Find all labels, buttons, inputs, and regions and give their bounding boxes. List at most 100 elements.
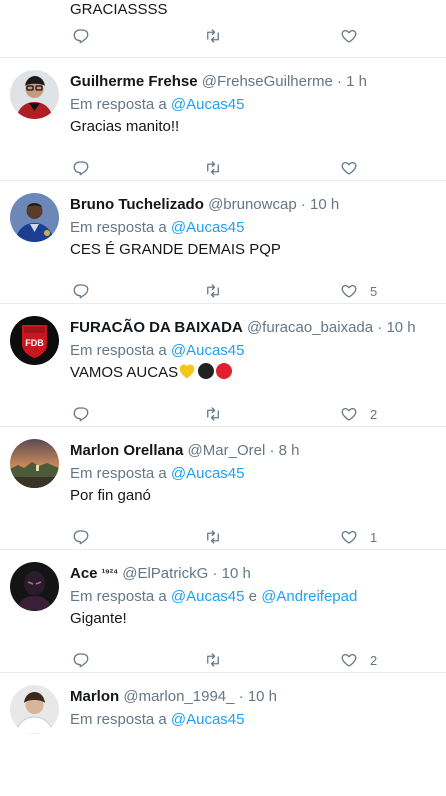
reply-icon bbox=[73, 161, 89, 176]
like-button[interactable]: 1 bbox=[340, 527, 377, 547]
like-count: 2 bbox=[370, 652, 378, 668]
like-button[interactable]: 5 bbox=[340, 281, 377, 301]
heart-icon bbox=[341, 284, 357, 298]
heart-icon bbox=[341, 653, 357, 667]
reply-context: Em resposta a @Aucas45 e @Andreifepad bbox=[70, 587, 438, 607]
reply-icon bbox=[73, 530, 89, 545]
heart-icon bbox=[341, 161, 357, 175]
red-circle-emoji bbox=[216, 363, 233, 379]
reply-button[interactable] bbox=[72, 281, 90, 301]
reply-button[interactable] bbox=[72, 26, 90, 46]
display-name[interactable]: Ace bbox=[70, 565, 98, 582]
reply-context: Em resposta a @Aucas45 bbox=[70, 464, 438, 484]
retweet-button[interactable] bbox=[204, 404, 222, 424]
mention-link[interactable]: @Aucas45 bbox=[171, 96, 245, 113]
tweet-text-row: VAMOS AUCAS bbox=[70, 363, 438, 383]
tweet[interactable]: Marlon Orellana @Mar_Orel · 8 h Em respo… bbox=[0, 427, 446, 550]
retweet-icon bbox=[207, 653, 219, 667]
user-handle[interactable]: @brunowcap bbox=[208, 196, 297, 213]
like-button[interactable] bbox=[340, 26, 358, 46]
retweet-icon bbox=[207, 407, 219, 421]
tweet[interactable]: Guilherme Frehse @FrehseGuilherme · 1 h … bbox=[0, 58, 446, 181]
reply-prefix: Em resposta a bbox=[70, 588, 171, 605]
mention-link[interactable]: @Aucas45 bbox=[171, 465, 245, 482]
like-count: 2 bbox=[370, 406, 378, 422]
retweet-button[interactable] bbox=[204, 527, 222, 547]
avatar[interactable] bbox=[10, 439, 59, 488]
timestamp[interactable]: 1 h bbox=[346, 73, 367, 90]
timestamp[interactable]: 8 h bbox=[279, 442, 300, 459]
avatar[interactable] bbox=[10, 562, 59, 611]
heart-icon bbox=[341, 530, 357, 544]
reply-button[interactable] bbox=[72, 158, 90, 178]
display-name[interactable]: Marlon Orellana bbox=[70, 442, 183, 459]
timestamp[interactable]: 10 h bbox=[248, 688, 277, 705]
retweet-button[interactable] bbox=[204, 158, 222, 178]
separator: · bbox=[377, 319, 383, 336]
display-name[interactable]: Marlon bbox=[70, 688, 119, 705]
like-button[interactable]: 2 bbox=[340, 404, 377, 424]
mention-link[interactable]: @Aucas45 bbox=[171, 219, 245, 236]
display-name[interactable]: Bruno Tuchelizado bbox=[70, 196, 204, 213]
separator: · bbox=[212, 565, 218, 582]
reply-button[interactable] bbox=[72, 527, 90, 547]
mention-link[interactable]: @Aucas45 bbox=[171, 588, 245, 605]
reply-button[interactable] bbox=[72, 404, 90, 424]
reply-context: Em resposta a @Aucas45 bbox=[70, 341, 438, 361]
display-name[interactable]: FURACÃO DA BAIXADA bbox=[70, 319, 243, 336]
tweet-top-partial[interactable]: GRACIASSSS bbox=[0, 0, 446, 58]
mention-link-2[interactable]: @Andreifepad bbox=[261, 588, 357, 605]
reply-icon bbox=[73, 653, 89, 668]
tweet[interactable]: Ace ¹⁹²⁴ @ElPatrickG · 10 h Em resposta … bbox=[0, 550, 446, 673]
tweet-text: CES É GRANDE DEMAIS PQP bbox=[70, 241, 281, 258]
user-handle[interactable]: @Mar_Orel bbox=[188, 442, 266, 459]
reply-prefix: Em resposta a bbox=[70, 219, 171, 236]
reply-icon bbox=[73, 29, 89, 44]
avatar[interactable] bbox=[10, 685, 59, 734]
tweet[interactable]: Marlon @marlon_1994_ · 10 h Em resposta … bbox=[0, 673, 446, 796]
separator: · bbox=[238, 688, 244, 705]
timestamp[interactable]: 10 h bbox=[386, 319, 415, 336]
tweet[interactable]: Bruno Tuchelizado @brunowcap · 10 h Em r… bbox=[0, 181, 446, 304]
reply-button[interactable] bbox=[72, 650, 90, 670]
reply-icon bbox=[73, 284, 89, 299]
retweet-icon bbox=[207, 284, 219, 298]
name-superscript: ¹⁹²⁴ bbox=[101, 568, 119, 579]
user-handle[interactable]: @furacao_baixada bbox=[247, 319, 373, 336]
user-handle[interactable]: @ElPatrickG bbox=[122, 565, 208, 582]
fdb-badge-text: FDB bbox=[25, 338, 44, 348]
tweet-text: Gigante! bbox=[70, 610, 127, 627]
reply-context: Em resposta a @Aucas45 bbox=[70, 710, 438, 730]
separator: · bbox=[300, 196, 306, 213]
like-count: 5 bbox=[370, 283, 378, 299]
reply-context: Em resposta a @Aucas45 bbox=[70, 218, 438, 238]
timestamp[interactable]: 10 h bbox=[310, 196, 339, 213]
black-circle-emoji bbox=[198, 363, 215, 379]
yellow-heart-emoji bbox=[179, 364, 195, 379]
display-name[interactable]: Guilherme Frehse bbox=[70, 73, 198, 90]
avatar[interactable] bbox=[10, 193, 59, 242]
retweet-icon bbox=[207, 161, 219, 175]
avatar[interactable]: FDB bbox=[10, 316, 59, 365]
mention-link[interactable]: @Aucas45 bbox=[171, 342, 245, 359]
reply-icon bbox=[73, 407, 89, 422]
tweet-text: VAMOS AUCAS bbox=[70, 364, 179, 381]
reply-prefix: Em resposta a bbox=[70, 342, 171, 359]
retweet-button[interactable] bbox=[204, 650, 222, 670]
like-button[interactable]: 2 bbox=[340, 650, 377, 670]
tweet-text: Gracias manito!! bbox=[70, 118, 180, 135]
tweet[interactable]: FDB FURACÃO DA BAIXADA @furacao_baixada … bbox=[0, 304, 446, 427]
retweet-button[interactable] bbox=[204, 281, 222, 301]
timestamp[interactable]: 10 h bbox=[222, 565, 251, 582]
reply-joiner: e bbox=[244, 588, 262, 605]
tweet-text: Por fin ganó bbox=[70, 487, 151, 504]
reply-context: Em resposta a @Aucas45 bbox=[70, 95, 438, 115]
user-handle[interactable]: @FrehseGuilherme bbox=[202, 73, 333, 90]
heart-icon bbox=[341, 407, 357, 421]
like-count: 1 bbox=[370, 529, 378, 545]
heart-icon bbox=[341, 29, 357, 43]
avatar[interactable] bbox=[10, 70, 59, 119]
retweet-button[interactable] bbox=[204, 26, 222, 46]
user-handle[interactable]: @marlon_1994_ bbox=[123, 688, 234, 705]
like-button[interactable] bbox=[340, 158, 370, 178]
